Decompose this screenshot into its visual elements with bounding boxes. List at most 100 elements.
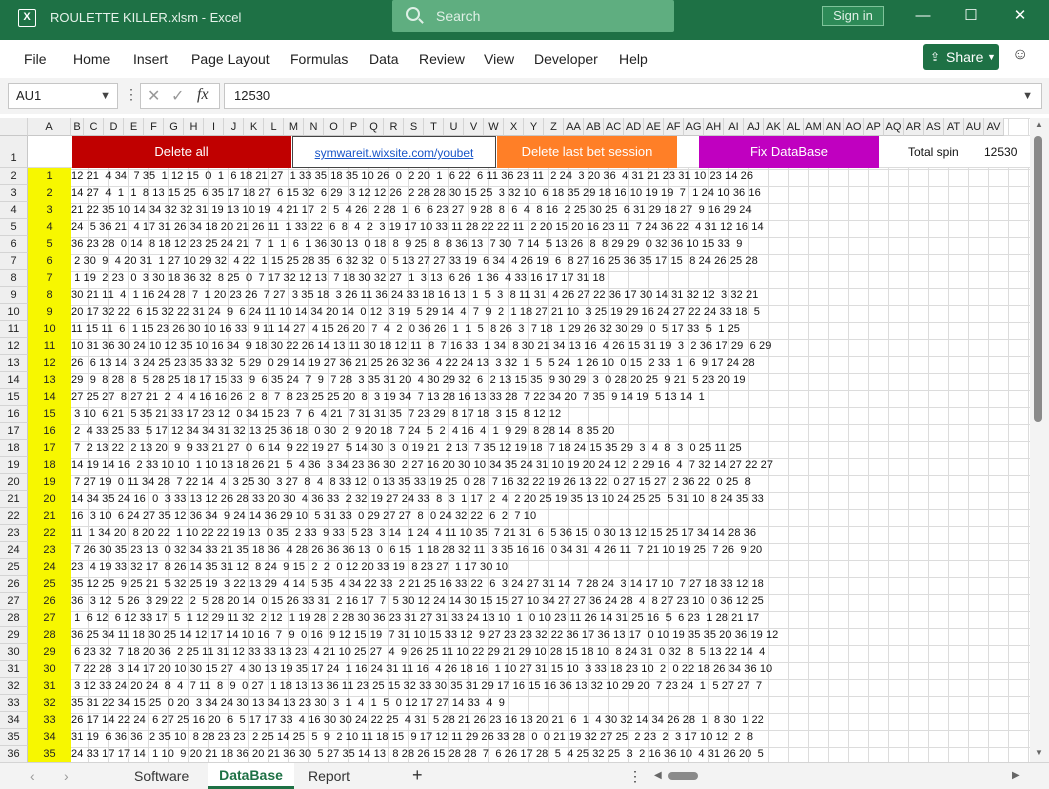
column-header[interactable]: AB [584, 118, 604, 136]
delete-all-button[interactable]: Delete all [72, 136, 291, 168]
column-header[interactable]: AT [944, 118, 964, 136]
data-row[interactable]: 35 31 22 34 15 25 0 20 3 34 24 30 13 34 … [71, 695, 505, 712]
row-header[interactable]: 26 [0, 576, 28, 593]
tab-database[interactable]: DataBase [208, 763, 294, 789]
sign-in-button[interactable]: Sign in [822, 6, 884, 26]
sequence-cell[interactable]: 11 [28, 338, 71, 355]
scroll-right-icon[interactable]: ▶ [1012, 770, 1020, 781]
data-row[interactable]: 2 30 9 4 20 31 1 27 10 29 32 4 22 1 15 2… [71, 253, 758, 270]
formula-input[interactable]: 12530 ▼ [224, 83, 1042, 109]
data-row[interactable]: 11 15 11 6 1 15 23 26 30 10 16 33 9 11 1… [71, 321, 740, 338]
data-row[interactable]: 6 23 32 7 18 20 36 2 25 11 31 12 33 33 1… [71, 644, 765, 661]
tab-report[interactable]: Report [308, 768, 350, 784]
column-header[interactable]: G [164, 118, 184, 136]
menu-review[interactable]: Review [419, 51, 465, 67]
column-header[interactable]: AU [964, 118, 984, 136]
column-header[interactable]: AN [824, 118, 844, 136]
row-header[interactable]: 30 [0, 644, 28, 661]
row-header[interactable]: 27 [0, 593, 28, 610]
row-header[interactable]: 34 [0, 712, 28, 729]
sequence-cell[interactable]: 13 [28, 372, 71, 389]
sequence-cell[interactable]: 18 [28, 457, 71, 474]
sequence-cell[interactable]: 6 [28, 253, 71, 270]
column-header[interactable]: O [324, 118, 344, 136]
sequence-cell[interactable]: 34 [28, 729, 71, 746]
data-row[interactable]: 29 9 8 28 8 5 28 25 18 17 15 33 9 6 35 2… [71, 372, 746, 389]
row-header[interactable]: 4 [0, 202, 28, 219]
row-header[interactable]: 36 [0, 746, 28, 762]
column-header[interactable]: P [344, 118, 364, 136]
column-header[interactable]: W [484, 118, 504, 136]
column-header[interactable]: K [244, 118, 264, 136]
data-row[interactable]: 1 19 2 23 0 3 30 18 36 32 8 25 0 7 17 32… [71, 270, 605, 287]
cancel-icon[interactable]: ✕ [147, 86, 160, 106]
data-row[interactable]: 36 3 12 5 26 3 29 22 2 5 28 20 14 0 15 2… [71, 593, 764, 610]
row-header[interactable]: 18 [0, 440, 28, 457]
column-header[interactable]: U [444, 118, 464, 136]
row-header[interactable]: 14 [0, 372, 28, 389]
row-header[interactable]: 25 [0, 559, 28, 576]
name-box[interactable]: AU1 ▼ [8, 83, 118, 109]
row-header[interactable]: 2 [0, 168, 28, 185]
column-header[interactable]: AA [564, 118, 584, 136]
next-sheet-icon[interactable]: › [64, 768, 69, 784]
sequence-cell[interactable]: 28 [28, 627, 71, 644]
data-row[interactable]: 16 3 10 6 24 27 35 12 36 34 9 24 14 36 2… [71, 508, 536, 525]
row-header[interactable]: 32 [0, 678, 28, 695]
sequence-cell[interactable]: 29 [28, 644, 71, 661]
row-header[interactable]: 12 [0, 338, 28, 355]
column-header[interactable]: I [204, 118, 224, 136]
more-options-icon[interactable]: ⋮ [628, 768, 642, 785]
column-header[interactable]: X [504, 118, 524, 136]
feedback-icon[interactable]: ☺ [1012, 46, 1028, 64]
row-header[interactable]: 35 [0, 729, 28, 746]
column-header[interactable]: AC [604, 118, 624, 136]
tab-software[interactable]: Software [134, 768, 189, 784]
menu-page-layout[interactable]: Page Layout [191, 51, 270, 67]
sequence-cell[interactable]: 21 [28, 508, 71, 525]
column-header[interactable]: C [84, 118, 104, 136]
column-header[interactable]: AV [984, 118, 1004, 136]
data-row[interactable]: 20 17 32 22 6 15 32 22 31 24 9 6 24 11 1… [71, 304, 760, 321]
row-header[interactable]: 21 [0, 491, 28, 508]
column-header[interactable]: AJ [744, 118, 764, 136]
row-header[interactable]: 9 [0, 287, 28, 304]
data-row[interactable]: 30 21 11 4 1 16 24 28 7 1 20 23 26 7 27 … [71, 287, 758, 304]
column-header[interactable]: AH [704, 118, 724, 136]
data-row[interactable]: 27 25 27 8 27 21 2 4 4 16 16 26 2 8 7 8 … [71, 389, 705, 406]
sequence-cell[interactable]: 15 [28, 406, 71, 423]
data-row[interactable]: 3 10 6 21 5 35 21 33 17 23 12 0 34 15 23… [71, 406, 561, 423]
data-row[interactable]: 24 5 36 21 4 17 31 26 34 18 20 21 26 11 … [71, 219, 764, 236]
column-header[interactable]: B [71, 118, 84, 136]
data-row[interactable]: 31 19 6 36 36 2 35 10 8 28 23 23 2 25 14… [71, 729, 753, 746]
scroll-left-icon[interactable]: ◀ [654, 770, 662, 781]
column-header[interactable]: N [304, 118, 324, 136]
data-row[interactable]: 14 19 14 16 2 33 10 10 1 10 13 18 26 21 … [71, 457, 773, 474]
data-row[interactable]: 36 23 28 0 14 8 18 12 23 25 24 21 7 1 1 … [71, 236, 742, 253]
column-header[interactable]: AO [844, 118, 864, 136]
column-header[interactable]: AF [664, 118, 684, 136]
vertical-scrollbar[interactable]: ▲ ▼ [1030, 118, 1049, 762]
scroll-thumb[interactable] [1034, 136, 1042, 422]
select-all-corner[interactable] [0, 118, 28, 136]
sequence-cell[interactable]: 4 [28, 219, 71, 236]
row-header[interactable]: 29 [0, 627, 28, 644]
data-row[interactable]: 24 33 17 17 14 1 10 9 20 21 18 36 20 21 … [71, 746, 764, 762]
column-header[interactable]: R [384, 118, 404, 136]
column-header[interactable]: AD [624, 118, 644, 136]
row-header[interactable]: 15 [0, 389, 28, 406]
menu-file[interactable]: File [24, 51, 47, 67]
spreadsheet-grid[interactable]: A B C D E F G H I J K L M N O P Q R S T U V W X Y Z AA AB AC AD AE AF AG… [0, 118, 1030, 762]
data-row[interactable]: 14 27 4 1 1 8 13 15 25 6 35 17 18 27 6 1… [71, 185, 761, 202]
column-header[interactable]: AG [684, 118, 704, 136]
column-header[interactable]: V [464, 118, 484, 136]
column-header[interactable]: AS [924, 118, 944, 136]
column-header[interactable]: Y [524, 118, 544, 136]
sequence-cell[interactable]: 14 [28, 389, 71, 406]
row-header[interactable]: 17 [0, 423, 28, 440]
sequence-cell[interactable]: 26 [28, 593, 71, 610]
data-row[interactable]: 12 21 4 34 7 35 1 12 15 0 1 6 18 21 27 1… [71, 168, 753, 185]
more-options-icon[interactable]: ⋮ [124, 86, 138, 103]
insert-function-icon[interactable]: fx [197, 86, 209, 104]
column-header[interactable]: AE [644, 118, 664, 136]
